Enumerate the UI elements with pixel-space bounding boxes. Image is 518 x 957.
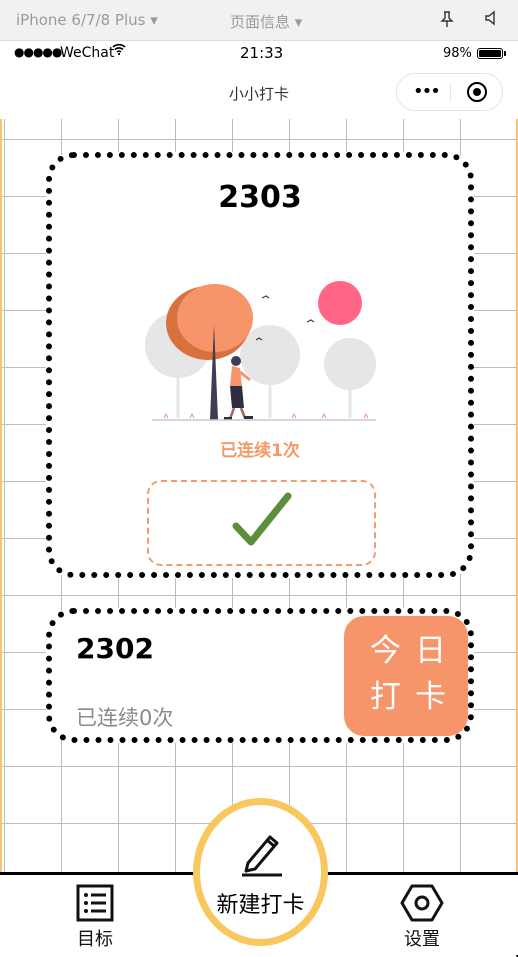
- tab-settings[interactable]: 设置: [377, 883, 467, 951]
- capsule-divider: [450, 84, 451, 102]
- battery-percent: 98%: [443, 46, 472, 61]
- hexagon-gear-icon: [400, 884, 444, 922]
- tab-settings-label: 设置: [404, 929, 440, 950]
- goal-title: 2302: [76, 632, 154, 665]
- list-icon: [76, 884, 114, 922]
- battery-tip: [504, 51, 506, 56]
- pencil-icon: [242, 835, 282, 877]
- battery-icon: [477, 48, 503, 59]
- checked-in-status[interactable]: [147, 480, 376, 566]
- wifi-icon: [112, 43, 126, 59]
- walking-woman-illustration: [145, 281, 376, 421]
- new-checkin-label: 新建打卡: [216, 893, 305, 918]
- menu-capsule: •••: [396, 73, 503, 111]
- goal-streak: 已连续0次: [76, 706, 174, 730]
- clock: 21:33: [240, 44, 284, 62]
- pin-icon[interactable]: [440, 11, 454, 31]
- carrier-name: WeChat: [60, 45, 115, 61]
- signal-icon: ●●●●●: [14, 45, 62, 59]
- navigation-bar: 小小打卡 •••: [0, 67, 518, 119]
- device-selector[interactable]: iPhone 6/7/8 Plus ▾: [16, 11, 158, 29]
- close-miniprogram-icon[interactable]: [467, 82, 487, 102]
- goal-streak: 已连续1次: [220, 441, 300, 461]
- status-bar: ●●●●● WeChat 21:33 98%: [0, 41, 518, 67]
- new-checkin-button[interactable]: 新建打卡: [193, 798, 328, 946]
- checkmark-icon: [232, 492, 292, 546]
- speaker-icon[interactable]: [484, 10, 500, 30]
- content-area: 2303 已连续1次 2302 已连续0次 今日打卡: [0, 119, 518, 957]
- tab-goals[interactable]: 目标: [50, 883, 140, 951]
- goal-title: 2303: [218, 180, 302, 215]
- goal-card[interactable]: 2302 已连续0次 今日打卡: [46, 608, 474, 743]
- simulator-toolbar: iPhone 6/7/8 Plus ▾ 页面信息 ▾: [0, 0, 518, 41]
- page-info-dropdown[interactable]: 页面信息 ▾: [230, 11, 302, 32]
- goal-card[interactable]: 2303 已连续1次: [46, 152, 474, 578]
- tab-goals-label: 目标: [77, 929, 113, 950]
- checkin-today-button[interactable]: 今日打卡: [344, 616, 468, 736]
- more-icon[interactable]: •••: [413, 83, 441, 101]
